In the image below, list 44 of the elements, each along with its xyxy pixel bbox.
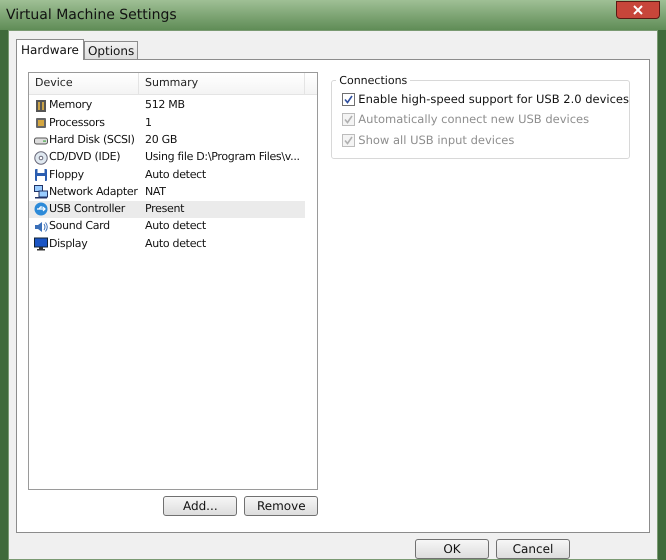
checkmark-icon	[344, 95, 354, 104]
tab[interactable]: Options	[84, 41, 138, 59]
speaker-icon	[34, 220, 48, 234]
processor-chip-icon	[34, 116, 48, 130]
close-icon	[633, 5, 643, 15]
device-name: USB Controller	[49, 201, 125, 218]
checkmark-icon	[344, 136, 354, 145]
device-name: Processors	[49, 114, 105, 131]
window-title: Virtual Machine Settings	[6, 6, 177, 24]
device-name: Floppy	[49, 166, 84, 183]
device-name: Memory	[49, 97, 92, 114]
cancel-button[interactable]: Cancel	[496, 539, 570, 559]
ok-button[interactable]: OK	[415, 539, 489, 559]
memory-chip-icon	[34, 98, 48, 113]
device-summary: Present	[144, 201, 184, 218]
device-summary: Auto detect	[144, 166, 206, 183]
disc-icon	[34, 150, 48, 165]
column-header[interactable]: Device	[29, 73, 139, 94]
monitor-icon	[34, 237, 48, 252]
checkbox-label: Automatically connect new USB devices	[358, 111, 590, 128]
device-summary: Auto detect	[144, 218, 206, 234]
device-summary: 20 GB	[144, 132, 178, 148]
remove-button[interactable]: Remove	[244, 496, 318, 516]
device-summary: Using file D:\Program Files\v...	[144, 149, 300, 166]
checkmark-icon	[344, 115, 354, 124]
checkbox[interactable]	[342, 93, 356, 106]
device-name: Display	[49, 236, 88, 252]
usb-icon	[34, 202, 48, 216]
tab[interactable]: Hardware	[16, 39, 84, 60]
device-name: Sound Card	[49, 218, 110, 234]
device-summary: Auto detect	[144, 236, 206, 252]
checkbox-label: Show all USB input devices	[358, 132, 514, 148]
device-summary: NAT	[144, 184, 166, 200]
device-name: CD/DVD (IDE)	[49, 149, 120, 166]
column-header[interactable]: Summary	[139, 73, 305, 94]
device-row[interactable]: USB Controller Present	[29, 200, 305, 218]
device-summary: 512 MB	[144, 97, 185, 114]
add-button[interactable]: Add...	[163, 496, 238, 516]
checkbox-label: Enable high-speed support for USB 2.0 devices	[358, 91, 629, 108]
device-name: Hard Disk (SCSI)	[49, 132, 135, 148]
network-computers-icon	[34, 185, 48, 200]
device-summary: 1	[144, 114, 152, 131]
device-name: Network Adapter	[49, 184, 138, 200]
close-button[interactable]	[616, 1, 660, 19]
